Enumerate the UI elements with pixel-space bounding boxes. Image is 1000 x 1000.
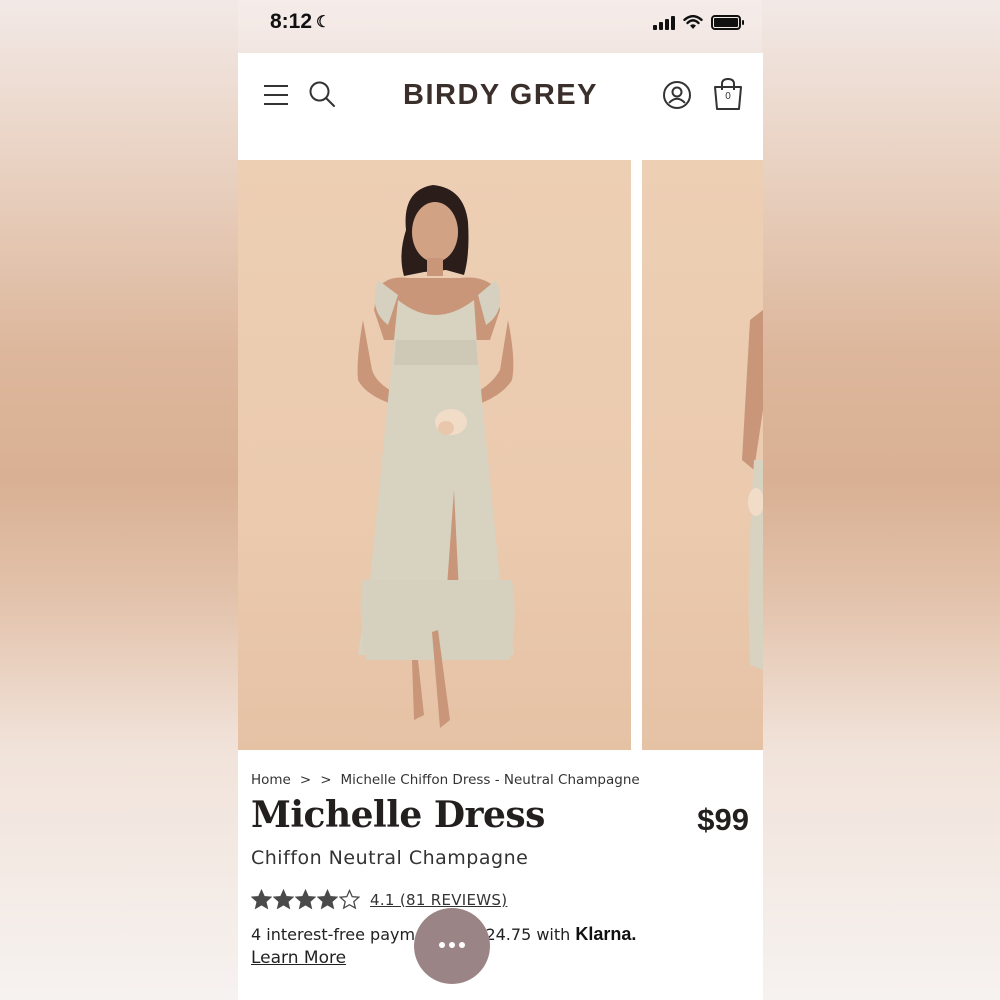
product-price: $99 (697, 802, 749, 837)
product-rating: 4.1 (81 REVIEWS) (251, 889, 507, 910)
status-bar: 8:12 ☾ (238, 0, 763, 52)
status-icons (653, 15, 744, 30)
breadcrumb-home[interactable]: Home (251, 772, 291, 788)
moon-icon: ☾ (316, 14, 331, 31)
wifi-icon (683, 15, 703, 29)
breadcrumb-current: Michelle Chiffon Dress - Neutral Champag… (340, 772, 640, 788)
account-icon[interactable] (662, 80, 692, 110)
background-blur-left (0, 0, 238, 1000)
model-illustration-partial (742, 310, 763, 670)
product-photo-front[interactable] (238, 160, 631, 750)
product-gallery[interactable] (238, 160, 763, 750)
status-time: 8:12 ☾ (270, 10, 330, 34)
product-subtitle: Chiffon Neutral Champagne (251, 847, 529, 869)
chat-icon (439, 942, 465, 948)
klarna-logo: Klarna. (575, 924, 637, 944)
background-blur-right (762, 0, 1000, 1000)
star-filled-icon (273, 889, 294, 910)
product-title: Michelle Dress (251, 794, 545, 836)
breadcrumb-separator: > (299, 772, 312, 788)
site-header: BIRDY GREY 0 (238, 53, 763, 160)
shopping-bag-icon[interactable]: 0 (712, 77, 744, 111)
product-photo-side[interactable] (642, 160, 763, 750)
payment-text: 4 interest-free payments of $24.75 with (251, 925, 571, 944)
breadcrumb: Home > > Michelle Chiffon Dress - Neutra… (251, 772, 640, 788)
chat-button[interactable] (414, 908, 490, 984)
battery-fill (714, 18, 738, 27)
star-filled-icon (317, 889, 338, 910)
reviews-link[interactable]: 4.1 (81 REVIEWS) (370, 891, 507, 909)
cellular-signal-icon (653, 15, 675, 30)
model-illustration (357, 185, 515, 728)
breadcrumb-separator: > (320, 772, 332, 788)
star-filled-icon (251, 889, 272, 910)
star-empty-icon (339, 889, 360, 910)
clock-text: 8:12 (270, 10, 313, 33)
cart-count: 0 (725, 91, 731, 102)
learn-more-link[interactable]: Learn More (251, 948, 346, 968)
star-filled-icon (295, 889, 316, 910)
phone-screen: BIRDY GREY 0 Home > > Michelle Chiffon D… (238, 53, 763, 1000)
battery-icon (711, 15, 744, 30)
star-rating (251, 889, 360, 910)
